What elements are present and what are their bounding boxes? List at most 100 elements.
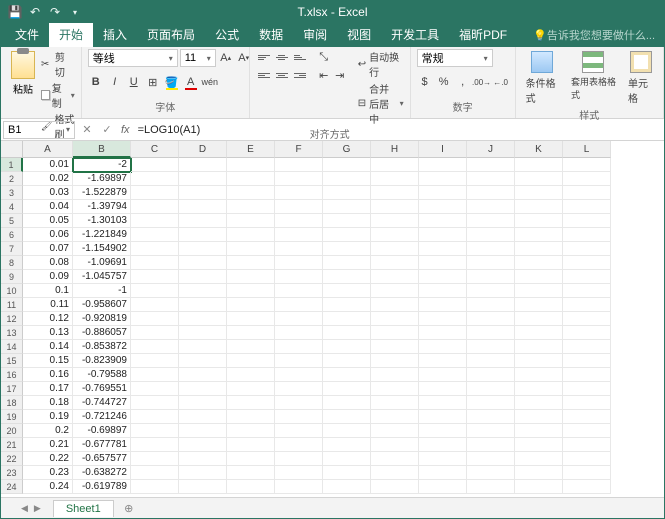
cell[interactable] bbox=[563, 242, 611, 256]
currency-button[interactable]: $ bbox=[417, 74, 433, 90]
cell[interactable] bbox=[563, 172, 611, 186]
cell[interactable] bbox=[179, 340, 227, 354]
row-header[interactable]: 20 bbox=[1, 424, 23, 438]
fx-icon[interactable]: fx bbox=[117, 124, 134, 136]
col-header-L[interactable]: L bbox=[563, 141, 611, 158]
increase-decimal-button[interactable]: .00→ bbox=[474, 74, 490, 90]
cell[interactable] bbox=[179, 256, 227, 270]
enter-formula-button[interactable]: ✓ bbox=[97, 123, 117, 136]
cell[interactable] bbox=[131, 326, 179, 340]
cell[interactable] bbox=[371, 438, 419, 452]
bold-button[interactable]: B bbox=[88, 74, 104, 90]
cell[interactable] bbox=[275, 480, 323, 494]
cell[interactable] bbox=[563, 158, 611, 172]
cell[interactable] bbox=[419, 354, 467, 368]
font-color-button[interactable]: A bbox=[183, 74, 199, 90]
cell[interactable] bbox=[179, 298, 227, 312]
cell[interactable] bbox=[419, 214, 467, 228]
cell[interactable] bbox=[227, 228, 275, 242]
cell[interactable] bbox=[515, 270, 563, 284]
cell[interactable] bbox=[419, 396, 467, 410]
cell[interactable] bbox=[131, 382, 179, 396]
cell[interactable] bbox=[227, 298, 275, 312]
cell[interactable] bbox=[419, 270, 467, 284]
cell[interactable] bbox=[515, 452, 563, 466]
cell[interactable] bbox=[419, 228, 467, 242]
cell[interactable] bbox=[515, 424, 563, 438]
cell[interactable] bbox=[371, 424, 419, 438]
cell[interactable] bbox=[467, 200, 515, 214]
cell[interactable] bbox=[371, 410, 419, 424]
tab-7[interactable]: 视图 bbox=[337, 22, 381, 47]
cell[interactable]: 0.19 bbox=[23, 410, 73, 424]
cell[interactable] bbox=[131, 480, 179, 494]
comma-button[interactable]: , bbox=[455, 74, 471, 90]
cell[interactable] bbox=[515, 326, 563, 340]
cell[interactable] bbox=[275, 424, 323, 438]
cell[interactable]: 0.1 bbox=[23, 284, 73, 298]
underline-button[interactable]: U bbox=[126, 74, 142, 90]
cell[interactable] bbox=[131, 200, 179, 214]
cell[interactable] bbox=[371, 270, 419, 284]
align-middle-button[interactable] bbox=[274, 49, 290, 65]
cell[interactable] bbox=[371, 354, 419, 368]
cell[interactable] bbox=[419, 480, 467, 494]
cell[interactable]: 0.04 bbox=[23, 200, 73, 214]
cell[interactable]: 0.09 bbox=[23, 270, 73, 284]
add-sheet-button[interactable]: ⊕ bbox=[120, 499, 138, 517]
cell[interactable] bbox=[515, 396, 563, 410]
cell[interactable] bbox=[131, 298, 179, 312]
cell[interactable] bbox=[275, 438, 323, 452]
cell[interactable] bbox=[419, 256, 467, 270]
cell[interactable] bbox=[371, 396, 419, 410]
cell[interactable]: -0.638272 bbox=[73, 466, 131, 480]
cell[interactable] bbox=[563, 298, 611, 312]
cell[interactable]: -0.886057 bbox=[73, 326, 131, 340]
cell[interactable] bbox=[563, 228, 611, 242]
font-name-select[interactable]: 等线▾ bbox=[88, 49, 178, 67]
cell[interactable] bbox=[323, 298, 371, 312]
cell[interactable] bbox=[371, 382, 419, 396]
tab-8[interactable]: 开发工具 bbox=[381, 22, 449, 47]
cell[interactable] bbox=[275, 354, 323, 368]
cell[interactable]: -0.853872 bbox=[73, 340, 131, 354]
decrease-indent-button[interactable]: ⇤ bbox=[316, 67, 332, 83]
cell[interactable] bbox=[563, 214, 611, 228]
tab-5[interactable]: 数据 bbox=[249, 22, 293, 47]
cell[interactable]: 0.18 bbox=[23, 396, 73, 410]
cell[interactable] bbox=[323, 228, 371, 242]
cell[interactable] bbox=[323, 396, 371, 410]
cell[interactable] bbox=[467, 228, 515, 242]
cell[interactable] bbox=[179, 424, 227, 438]
cell[interactable] bbox=[419, 284, 467, 298]
sheet-nav-prev-icon[interactable]: ◀ bbox=[21, 503, 28, 514]
cell[interactable] bbox=[227, 438, 275, 452]
cell[interactable] bbox=[467, 354, 515, 368]
cell[interactable] bbox=[515, 312, 563, 326]
cell[interactable] bbox=[275, 186, 323, 200]
cell[interactable] bbox=[179, 326, 227, 340]
cell[interactable] bbox=[131, 214, 179, 228]
cell[interactable] bbox=[323, 466, 371, 480]
cell[interactable] bbox=[515, 228, 563, 242]
cell[interactable] bbox=[563, 312, 611, 326]
cell[interactable] bbox=[227, 256, 275, 270]
cell[interactable]: -1.69897 bbox=[73, 172, 131, 186]
tell-me-search[interactable]: 💡 告诉我您想要做什么... bbox=[525, 23, 663, 47]
copy-button[interactable]: 复制▾ bbox=[41, 80, 75, 110]
cell[interactable] bbox=[227, 396, 275, 410]
cell[interactable] bbox=[563, 270, 611, 284]
tab-3[interactable]: 页面布局 bbox=[137, 22, 205, 47]
font-size-select[interactable]: 11▾ bbox=[180, 49, 216, 67]
cell[interactable] bbox=[323, 326, 371, 340]
cell[interactable] bbox=[275, 172, 323, 186]
cell[interactable] bbox=[515, 256, 563, 270]
cell[interactable] bbox=[371, 368, 419, 382]
cell[interactable] bbox=[563, 326, 611, 340]
col-header-K[interactable]: K bbox=[515, 141, 563, 158]
cell[interactable] bbox=[179, 480, 227, 494]
cell[interactable] bbox=[131, 452, 179, 466]
save-icon[interactable]: 💾 bbox=[7, 4, 23, 20]
cell[interactable] bbox=[227, 452, 275, 466]
cell[interactable] bbox=[371, 228, 419, 242]
